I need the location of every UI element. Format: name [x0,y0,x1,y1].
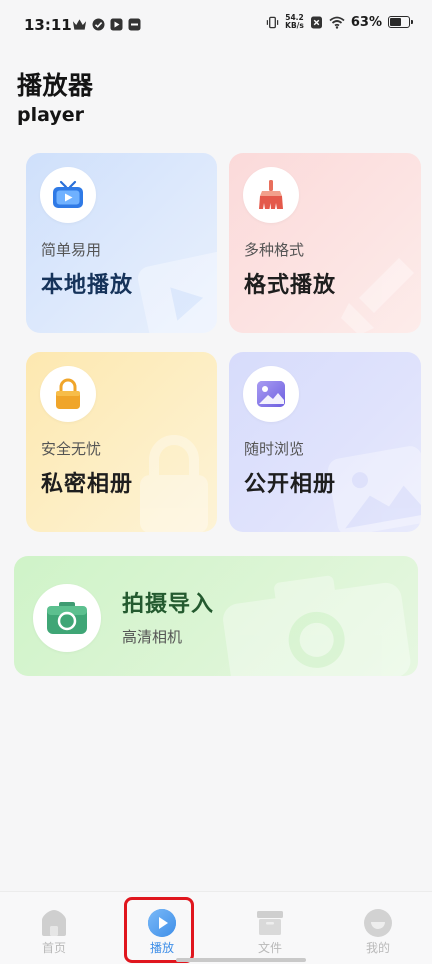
status-time: 13:11 [24,16,72,34]
private-album-title: 私密相册 [41,472,134,497]
lock-watermark [140,435,208,532]
camera-import-tagline: 高清相机 [122,628,183,646]
camera-import-card[interactable]: 拍摄导入 高清相机 [14,556,418,676]
tv-icon-badge [40,167,96,223]
vibrate-icon [266,16,279,28]
folder-icon [257,911,283,935]
nav-play[interactable]: 播放 [108,892,216,964]
page-subtitle: player [17,104,84,126]
format-play-card[interactable]: 多种格式 格式播放 [229,153,421,333]
public-album-card[interactable]: 随时浏览 公开相册 [229,352,421,532]
nav-mine-label: 我的 [365,941,390,955]
battery-icon [388,16,413,28]
crown-icon [72,19,87,30]
play-watermark [137,251,217,333]
nav-files-label: 文件 [257,941,282,955]
home-icon [42,910,66,936]
nav-home[interactable]: 首页 [0,892,108,964]
lock-icon [56,378,80,409]
public-album-tagline: 随时浏览 [244,440,305,458]
nav-home-label: 首页 [41,941,66,955]
network-speed: 54.2 KB/s [285,14,304,30]
lock-icon-badge [40,366,96,422]
battery-fill [390,18,401,26]
local-play-tagline: 简单易用 [41,241,102,259]
photo-icon-badge [243,366,299,422]
play-square-icon [110,18,123,31]
close-square-icon [310,16,322,28]
player-screen: 13:11 54.2 KB/s 63% 播放器 player 简单易用 本地播放 [0,0,432,964]
camera-import-title: 拍摄导入 [122,592,215,617]
nav-mine[interactable]: 我的 [324,892,432,964]
wifi-icon [329,16,345,29]
tv-icon [53,180,83,208]
photo-icon [257,381,285,407]
battery-percent: 63% [350,14,382,30]
broom-icon [259,180,283,209]
broom-icon-badge [243,167,299,223]
page-title: 播放器 [17,71,94,100]
public-album-title: 公开相册 [244,472,337,497]
photo-watermark [328,446,421,532]
check-circle-icon [92,18,105,31]
private-album-tagline: 安全无忧 [41,440,102,458]
format-play-tagline: 多种格式 [244,241,305,259]
bottom-nav: 首页 播放 文件 我的 [0,891,432,964]
network-speed-unit: KB/s [285,21,304,30]
system-icons: 54.2 KB/s 63% [266,14,413,30]
home-indicator[interactable] [176,958,306,962]
nav-files[interactable]: 文件 [216,892,324,964]
camera-icon-badge [33,584,101,652]
local-play-card[interactable]: 简单易用 本地播放 [26,153,217,333]
status-bar: 13:11 54.2 KB/s 63% [0,0,432,52]
app-square-icon [128,18,141,31]
play-icon [148,909,176,937]
camera-watermark [223,575,411,676]
broom-watermark [341,258,414,333]
private-album-card[interactable]: 安全无忧 私密相册 [26,352,217,532]
nav-play-label: 播放 [149,941,174,955]
notification-icons [72,18,141,31]
profile-icon [364,909,392,937]
camera-icon [47,602,87,634]
local-play-title: 本地播放 [41,273,134,298]
format-play-title: 格式播放 [244,273,337,298]
